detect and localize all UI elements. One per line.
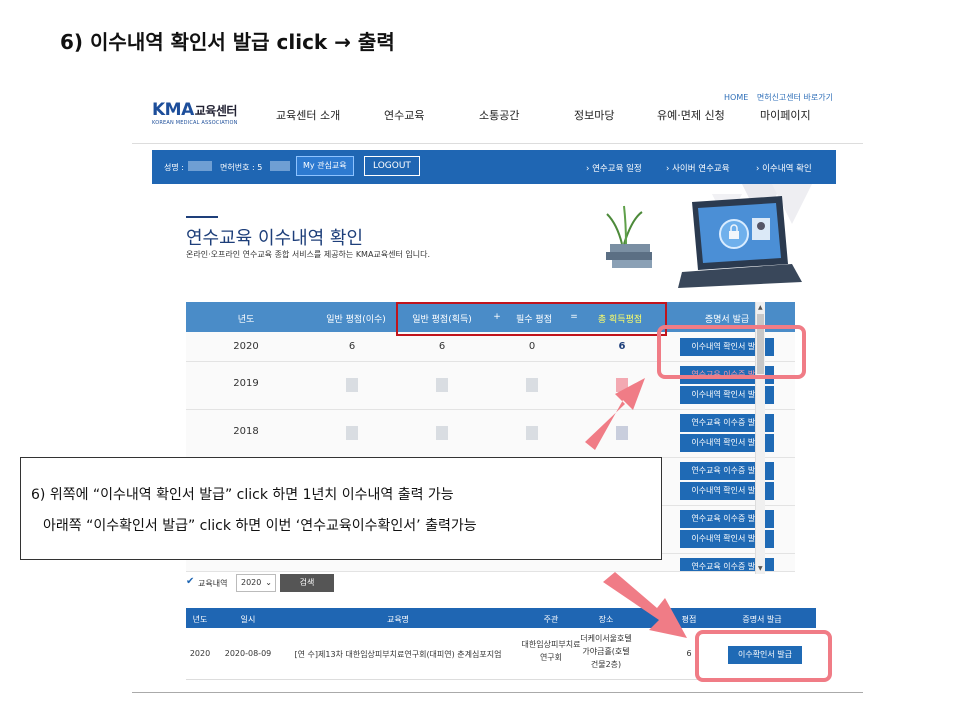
circle-arrow-icon: › [666, 164, 670, 174]
chevron-down-icon: ⌄ [265, 578, 272, 587]
nav-item-community[interactable]: 소통공간 [479, 107, 519, 123]
circle-arrow-icon: › [756, 164, 760, 174]
scroll-down-icon[interactable]: ▼ [758, 565, 763, 572]
nav-item-info[interactable]: 정보마당 [574, 107, 614, 123]
pointer-arrow-icon [585, 378, 645, 450]
link-training-schedule[interactable]: › 연수교육 일정 [586, 162, 642, 174]
name-value-blurred [188, 161, 212, 171]
scroll-up-icon[interactable]: ▲ [758, 304, 763, 311]
check-icon: ✔ [186, 576, 195, 587]
link-history-check[interactable]: › 이수내역 확인 [756, 162, 812, 174]
screenshot: KMA교육센터 KOREAN MEDICAL ASSOCIATION HOME … [132, 86, 863, 694]
license-value-blurred [270, 161, 290, 171]
nav-item-training[interactable]: 연수교육 [384, 107, 424, 123]
logo[interactable]: KMA교육센터 KOREAN MEDICAL ASSOCIATION [152, 100, 238, 126]
license-center-link[interactable]: 면허신고센터 바로가기 [757, 93, 833, 102]
home-link[interactable]: HOME [724, 93, 748, 102]
logout-button[interactable]: LOGOUT [364, 156, 420, 176]
filter-label: 교육내역 [198, 579, 228, 588]
slide-title: 6) 이수내역 확인서 발급 click → 출력 [60, 30, 395, 54]
top-links: HOME 면허신고센터 바로가기 [718, 92, 833, 103]
pointer-arrow-icon [603, 572, 687, 638]
certificate-button-highlight [695, 630, 832, 682]
user-bar: 성명 : 면허번호 : 5 My 관심교육 LOGOUT › 연수교육 일정 ›… [152, 150, 836, 184]
history-button-highlight [657, 325, 806, 379]
page-title: 연수교육 이수내역 확인 [186, 228, 364, 249]
name-label: 성명 : [164, 163, 184, 172]
my-interest-button[interactable]: My 관심교육 [296, 156, 354, 176]
nav-item-mypage[interactable]: 마이페이지 [760, 107, 811, 123]
link-cyber-training[interactable]: › 사이버 연수교육 [666, 162, 730, 174]
annotation-line-2: 아래쪽 “이수확인서 발급” click 하면 이번 ‘연수교육이수확인서’ 출… [43, 518, 477, 534]
title-accent [186, 216, 218, 218]
logo-tagline: KOREAN MEDICAL ASSOCIATION [152, 120, 238, 126]
nav-item-exemption[interactable]: 유예·면제 신청 [657, 107, 725, 123]
year-select[interactable]: 2020 ⌄ [236, 574, 276, 592]
laptop-illustration [606, 184, 812, 288]
circle-arrow-icon: › [586, 164, 590, 174]
total-score-highlight [396, 302, 667, 336]
page-subtitle: 온라인·오프라인 연수교육 종합 서비스를 제공하는 KMA교육센터 입니다. [186, 250, 431, 259]
annotation-line-1: 6) 위쪽에 “이수내역 확인서 발급” click 하면 1년치 이수내역 출… [31, 487, 454, 503]
license-label: 면허번호 : 5 [220, 163, 263, 172]
search-button[interactable]: 검색 [280, 574, 334, 592]
nav-item-about[interactable]: 교육센터 소개 [276, 107, 340, 123]
logo-text: KMA교육센터 [152, 100, 237, 120]
annotation-box: 6) 위쪽에 “이수내역 확인서 발급” click 하면 1년치 이수내역 출… [20, 457, 662, 560]
bottom-border [132, 692, 863, 693]
nav-divider [132, 143, 863, 144]
content-area: 연수교육 이수내역 확인 온라인·오프라인 연수교육 종합 서비스를 제공하는 … [152, 184, 836, 694]
table-row: 2018 연수교육 이수증 발급 이수내역 확인서 발급 [186, 410, 795, 458]
table-header: 년도 일시 교육명 주관 장소 평점 증명서 발급 [186, 608, 816, 628]
